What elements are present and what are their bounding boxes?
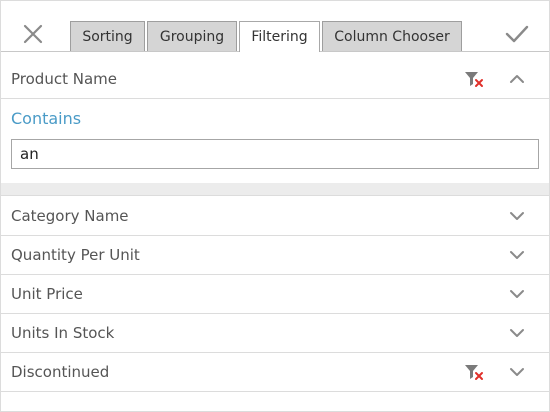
- field-name: Discontinued: [11, 363, 110, 381]
- clear-filter-icon: [465, 72, 483, 87]
- filter-editor: Contains: [1, 99, 549, 183]
- field-name: Unit Price: [11, 285, 83, 303]
- field-name: Quantity Per Unit: [11, 246, 140, 264]
- filter-operator-selector[interactable]: Contains: [11, 109, 81, 128]
- chevron-down-icon: [510, 251, 524, 259]
- field-name: Product Name: [11, 70, 117, 88]
- expand-button[interactable]: [507, 245, 527, 265]
- chevron-up-icon: [510, 75, 524, 83]
- collapse-button[interactable]: [507, 69, 527, 89]
- tab-strip: Sorting Grouping Filtering Column Choose…: [70, 21, 464, 52]
- filter-value-input[interactable]: [11, 139, 539, 169]
- tab-filtering[interactable]: Filtering: [239, 21, 320, 52]
- chevron-down-icon: [510, 329, 524, 337]
- field-row-product-name[interactable]: Product Name: [1, 60, 549, 99]
- chevron-down-icon: [510, 290, 524, 298]
- expand-button[interactable]: [507, 323, 527, 343]
- tab-label: Sorting: [82, 28, 133, 45]
- clear-filter-button[interactable]: [463, 362, 485, 382]
- tab-grouping[interactable]: Grouping: [147, 21, 237, 51]
- clear-filter-icon: [465, 365, 483, 380]
- field-row-unit-price[interactable]: Unit Price: [1, 275, 549, 314]
- field-row-quantity-per-unit[interactable]: Quantity Per Unit: [1, 236, 549, 275]
- field-name: Category Name: [11, 207, 129, 225]
- panel-header: Sorting Grouping Filtering Column Choose…: [1, 1, 549, 52]
- apply-button[interactable]: [497, 14, 537, 54]
- chevron-down-icon: [510, 368, 524, 376]
- tab-label: Column Chooser: [334, 28, 450, 45]
- expand-button[interactable]: [507, 206, 527, 226]
- field-row-category-name[interactable]: Category Name: [1, 197, 549, 236]
- tab-label: Filtering: [251, 29, 308, 45]
- clear-filter-button[interactable]: [463, 69, 485, 89]
- expand-button[interactable]: [507, 362, 527, 382]
- field-row-discontinued[interactable]: Discontinued: [1, 353, 549, 392]
- section-divider: [1, 183, 549, 196]
- filter-panel: Sorting Grouping Filtering Column Choose…: [0, 0, 550, 412]
- chevron-down-icon: [510, 212, 524, 220]
- tab-column-chooser[interactable]: Column Chooser: [322, 21, 462, 51]
- close-button[interactable]: [13, 14, 53, 54]
- checkmark-icon: [505, 25, 529, 43]
- tab-sorting[interactable]: Sorting: [70, 21, 145, 51]
- field-row-units-in-stock[interactable]: Units In Stock: [1, 314, 549, 353]
- tab-label: Grouping: [159, 28, 225, 45]
- field-name: Units In Stock: [11, 324, 115, 342]
- close-icon: [23, 24, 43, 44]
- expand-button[interactable]: [507, 284, 527, 304]
